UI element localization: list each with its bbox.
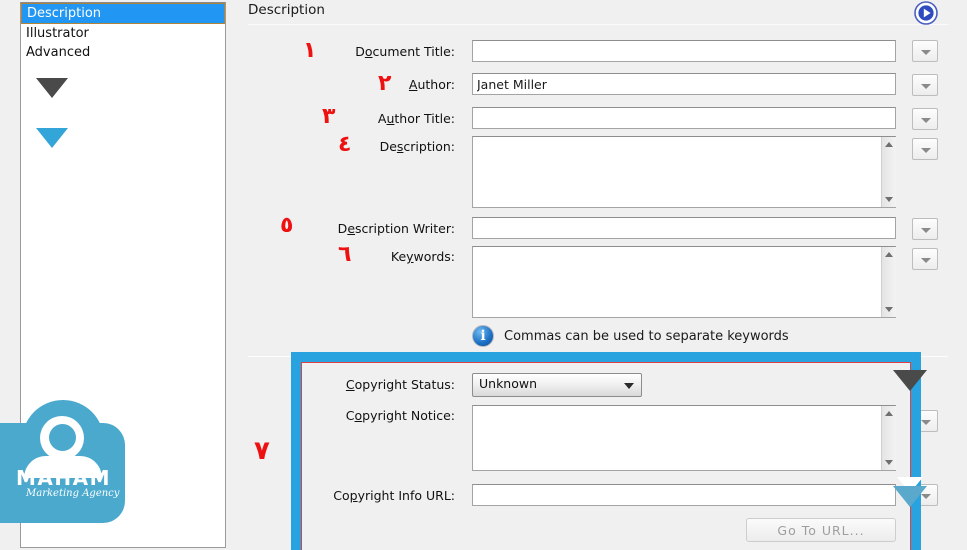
description-writer-input[interactable] [472, 217, 896, 239]
title-divider [248, 24, 948, 25]
copyright-notice-scrollbar[interactable] [881, 406, 896, 470]
label-part: cument Title: [372, 44, 455, 59]
description-textarea[interactable] [472, 136, 896, 208]
label-mnemonic: p [349, 488, 358, 503]
file-info-dialog: Description Illustrator Advanced MAHAM M… [0, 0, 967, 550]
label-part: yright Info URL: [357, 488, 455, 503]
chevron-down-icon [921, 258, 931, 263]
author-title-input[interactable] [472, 107, 896, 129]
sidebar-item-advanced[interactable]: Advanced [21, 43, 225, 62]
chevron-down-icon [921, 148, 931, 153]
label-mnemonic: y [406, 249, 414, 264]
copyright-notice-textarea[interactable] [472, 405, 896, 471]
section-divider [248, 356, 948, 357]
hint-text: Commas can be used to separate keywords [504, 328, 789, 344]
sidebar-item-label: Advanced [26, 45, 91, 60]
dropdown-arrow-description[interactable] [912, 138, 938, 160]
blue-triangle-marker-icon [36, 128, 68, 148]
scroll-up-icon[interactable] [885, 411, 893, 416]
sidebar-item-label: Description [27, 6, 102, 21]
annotation-dark-triangle-icon [893, 370, 927, 391]
scroll-up-icon[interactable] [885, 252, 893, 257]
label-copyright-status: Copyright Status: [250, 377, 455, 392]
label-part: De [379, 139, 397, 154]
label-part: cription: [403, 139, 455, 154]
copyright-status-select[interactable]: Unknown [472, 373, 642, 397]
go-to-url-button[interactable]: Go To URL... [746, 518, 896, 542]
scroll-up-icon[interactable] [885, 142, 893, 147]
chevron-down-icon [921, 228, 931, 233]
chevron-down-icon [921, 84, 931, 89]
copyright-info-url-input[interactable] [472, 484, 896, 506]
scroll-down-icon[interactable] [885, 307, 893, 312]
keywords-hint: i Commas can be used to separate keyword… [472, 325, 789, 347]
annotation-number-7: ٧ [254, 436, 270, 466]
dropdown-arrow-keywords[interactable] [912, 248, 938, 270]
dropdown-arrow-author-title[interactable] [912, 108, 938, 130]
chevron-down-icon [921, 50, 931, 55]
info-icon: i [472, 325, 494, 347]
label-author-title: Author Title: [250, 111, 455, 126]
annotation-number-5: ٥ [280, 213, 294, 238]
label-part: thor Title: [394, 111, 455, 126]
author-input[interactable] [472, 73, 896, 95]
chevron-down-icon [624, 383, 634, 389]
annotation-number-4: ٤ [338, 132, 352, 157]
annotation-number-3: ٣ [322, 104, 336, 129]
label-copyright-info-url: Copyright Info URL: [250, 488, 455, 503]
dark-triangle-marker-icon [36, 78, 68, 98]
label-mnemonic: o [364, 44, 373, 59]
copyright-status-value: Unknown [479, 376, 538, 391]
annotation-number-1: ١ [303, 38, 317, 63]
chevron-down-icon [921, 420, 931, 425]
label-copyright-notice: Copyright Notice: [250, 408, 455, 423]
label-mnemonic: C [345, 377, 355, 392]
document-title-input[interactable] [472, 40, 896, 62]
label-keywords: Keywords: [250, 249, 455, 264]
sidebar-item-description[interactable]: Description [21, 3, 225, 24]
label-part: pyright Notice: [362, 408, 455, 423]
annotation-number-2: ٢ [378, 71, 392, 96]
scroll-down-icon[interactable] [885, 460, 893, 465]
label-description: Description: [250, 139, 455, 154]
label-document-title: Document Title: [250, 44, 455, 59]
label-part: Ke [390, 249, 407, 264]
dropdown-arrow-document-title[interactable] [912, 40, 938, 62]
sidebar-item-illustrator[interactable]: Illustrator [21, 24, 225, 43]
label-part: D [337, 221, 348, 236]
annotation-blue-triangle-icon [893, 486, 927, 507]
label-part: uthor: [417, 77, 455, 92]
keywords-textarea[interactable] [472, 246, 896, 318]
scroll-down-icon[interactable] [885, 197, 893, 202]
label-part: D [355, 44, 365, 59]
page-title: Description [248, 2, 325, 18]
label-part: Co [333, 488, 350, 503]
description-scrollbar[interactable] [881, 137, 896, 207]
sidebar-item-label: Illustrator [26, 26, 89, 41]
dropdown-arrow-copyright-notice[interactable] [912, 410, 938, 432]
label-part: words: [413, 249, 455, 264]
label-part: opyright Status: [354, 377, 455, 392]
label-part: scription Writer: [355, 221, 455, 236]
annotation-number-6: ٦ [338, 242, 352, 267]
chevron-down-icon [921, 118, 931, 123]
label-mnemonic: e [347, 221, 356, 236]
label-author: Author: [250, 77, 455, 92]
dropdown-arrow-description-writer[interactable] [912, 218, 938, 240]
dropdown-arrow-author[interactable] [912, 74, 938, 96]
play-circle-icon[interactable] [913, 0, 939, 26]
description-panel: Description Document Title: Author: Auth… [240, 0, 967, 550]
label-part: C [345, 408, 355, 423]
sidebar: Description Illustrator Advanced MAHAM M… [0, 0, 240, 550]
keywords-scrollbar[interactable] [881, 247, 896, 317]
